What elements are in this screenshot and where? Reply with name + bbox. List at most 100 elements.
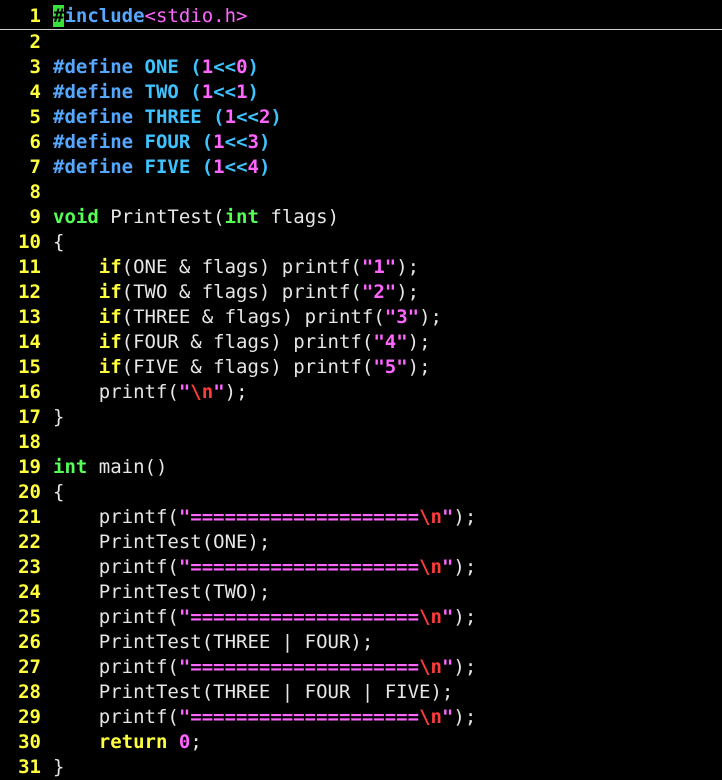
code-line[interactable]: 30 return 0; <box>0 730 722 755</box>
line-code[interactable]: { <box>53 480 722 505</box>
line-code[interactable]: printf("====================\n"); <box>53 555 722 580</box>
code-token-text: ); <box>419 306 442 328</box>
code-token-macro: ( <box>190 81 202 103</box>
line-number: 5 <box>29 106 41 128</box>
code-token-text: PrintTest(THREE | FOUR | FIVE); <box>53 681 454 703</box>
code-line[interactable]: 16 printf("\n"); <box>0 380 722 405</box>
code-token-macro: FIVE <box>144 156 202 178</box>
code-token-macro: ) <box>270 106 282 128</box>
code-token-macro: ) <box>247 56 259 78</box>
code-line[interactable]: 6 #define FOUR (1<<3) <box>0 130 722 155</box>
code-line[interactable]: 24 PrintTest(TWO); <box>0 580 722 605</box>
line-code[interactable]: if(THREE & flags) printf("3"); <box>53 305 722 330</box>
line-code[interactable]: int main() <box>53 455 722 480</box>
line-code[interactable]: if(TWO & flags) printf("2"); <box>53 280 722 305</box>
code-token-text: printf( <box>53 556 179 578</box>
code-token-text: PrintTest( <box>98 206 225 228</box>
line-code[interactable]: printf("====================\n"); <box>53 655 722 680</box>
code-token-preproc: #define <box>53 56 145 78</box>
code-line[interactable]: 27 printf("====================\n"); <box>0 655 722 680</box>
code-token-text: flags) <box>258 206 340 228</box>
line-number: 14 <box>18 331 41 353</box>
code-line[interactable]: 4 #define TWO (1<<1) <box>0 80 722 105</box>
code-token-string: "==================== <box>178 656 420 678</box>
code-line[interactable]: 23 printf("====================\n"); <box>0 555 722 580</box>
line-code[interactable]: } <box>53 405 722 430</box>
line-code[interactable]: #define TWO (1<<1) <box>53 80 722 105</box>
code-line[interactable]: 8 <box>0 180 722 205</box>
code-token-string: "==================== <box>178 706 420 728</box>
code-line[interactable]: 31} <box>0 755 722 780</box>
line-code[interactable]: PrintTest(ONE); <box>53 530 722 555</box>
code-token-text: } <box>53 406 65 428</box>
code-token-number: 3 <box>247 131 259 153</box>
line-number: 22 <box>18 531 41 553</box>
code-line[interactable]: 20 { <box>0 480 722 505</box>
line-code[interactable]: PrintTest(TWO); <box>53 580 722 605</box>
code-line[interactable]: 2 <box>0 30 722 55</box>
line-code[interactable]: } <box>53 755 722 780</box>
code-token-macro: TWO <box>144 81 191 103</box>
line-code[interactable]: #define FIVE (1<<4) <box>53 155 722 180</box>
code-line[interactable]: 17} <box>0 405 722 430</box>
line-code[interactable]: if(ONE & flags) printf("1"); <box>53 255 722 280</box>
code-token-escape: \n <box>419 506 442 528</box>
line-number: 28 <box>18 681 41 703</box>
line-code[interactable]: PrintTest(THREE | FOUR); <box>53 630 722 655</box>
line-code[interactable]: printf("====================\n"); <box>53 505 722 530</box>
line-code[interactable]: #define ONE (1<<0) <box>53 55 722 80</box>
code-line[interactable]: 1 #include<stdio.h> <box>0 4 722 30</box>
line-code[interactable]: printf("====================\n"); <box>53 705 722 730</box>
code-token-escape: \n <box>419 706 442 728</box>
code-token-text: ); <box>453 556 477 578</box>
line-code[interactable]: #define THREE (1<<2) <box>53 105 722 130</box>
code-line[interactable]: 21 printf("====================\n"); <box>0 505 722 530</box>
line-number: 19 <box>18 456 41 478</box>
line-code[interactable]: void PrintTest(int flags) <box>53 205 722 230</box>
code-line[interactable]: 15 if(FIVE & flags) printf("5"); <box>0 355 722 380</box>
code-line[interactable]: 18 <box>0 430 722 455</box>
line-code[interactable]: #define FOUR (1<<3) <box>53 130 722 155</box>
code-line[interactable]: 3 #define ONE (1<<0) <box>0 55 722 80</box>
code-line[interactable]: 12 if(TWO & flags) printf("2"); <box>0 280 722 305</box>
code-line[interactable]: 13 if(THREE & flags) printf("3"); <box>0 305 722 330</box>
line-code[interactable]: if(FOUR & flags) printf("4"); <box>53 330 722 355</box>
code-line[interactable]: 11 if(ONE & flags) printf("1"); <box>0 255 722 280</box>
line-number: 8 <box>29 181 41 203</box>
line-number: 21 <box>18 506 41 528</box>
code-line[interactable]: 29 printf("====================\n"); <box>0 705 722 730</box>
code-token-text: main() <box>87 456 168 478</box>
code-token-string: "==================== <box>178 556 420 578</box>
line-code[interactable]: printf("\n"); <box>53 380 722 405</box>
code-line[interactable]: 28 PrintTest(THREE | FOUR | FIVE); <box>0 680 722 705</box>
line-code[interactable]: { <box>53 230 722 255</box>
code-line[interactable]: 25 printf("====================\n"); <box>0 605 722 630</box>
line-number: 9 <box>29 206 41 228</box>
code-editor[interactable]: 1 #include<stdio.h> 2 3 #define ONE (1<<0) 4 #… <box>0 4 722 780</box>
line-code[interactable]: return 0; <box>53 730 722 755</box>
line-code[interactable]: #include<stdio.h> <box>53 4 722 29</box>
code-token-escape: \n <box>419 656 442 678</box>
code-token-macro: ( <box>201 131 214 153</box>
code-token-string: "4" <box>373 331 408 353</box>
line-code[interactable]: PrintTest(THREE | FOUR | FIVE); <box>53 680 722 705</box>
code-token-string: "1" <box>361 256 397 278</box>
code-line[interactable]: 19 int main() <box>0 455 722 480</box>
code-token-escape: \n <box>419 556 442 578</box>
code-token-text: ; <box>190 731 202 753</box>
code-line[interactable]: 5 #define THREE (1<<2) <box>0 105 722 130</box>
code-token-type: void <box>53 206 99 228</box>
line-code[interactable]: if(FIVE & flags) printf("5"); <box>53 355 722 380</box>
code-line[interactable]: 9 void PrintTest(int flags) <box>0 205 722 230</box>
line-code[interactable]: printf("====================\n"); <box>53 605 722 630</box>
code-line[interactable]: 22 PrintTest(ONE); <box>0 530 722 555</box>
code-token-text: ); <box>453 506 477 528</box>
code-line[interactable]: 10 { <box>0 230 722 255</box>
code-line[interactable]: 14 if(FOUR & flags) printf("4"); <box>0 330 722 355</box>
line-number: 31 <box>18 756 41 778</box>
code-line[interactable]: 7 #define FIVE (1<<4) <box>0 155 722 180</box>
code-line[interactable]: 26 PrintTest(THREE | FOUR); <box>0 630 722 655</box>
line-number: 10 <box>18 231 41 253</box>
